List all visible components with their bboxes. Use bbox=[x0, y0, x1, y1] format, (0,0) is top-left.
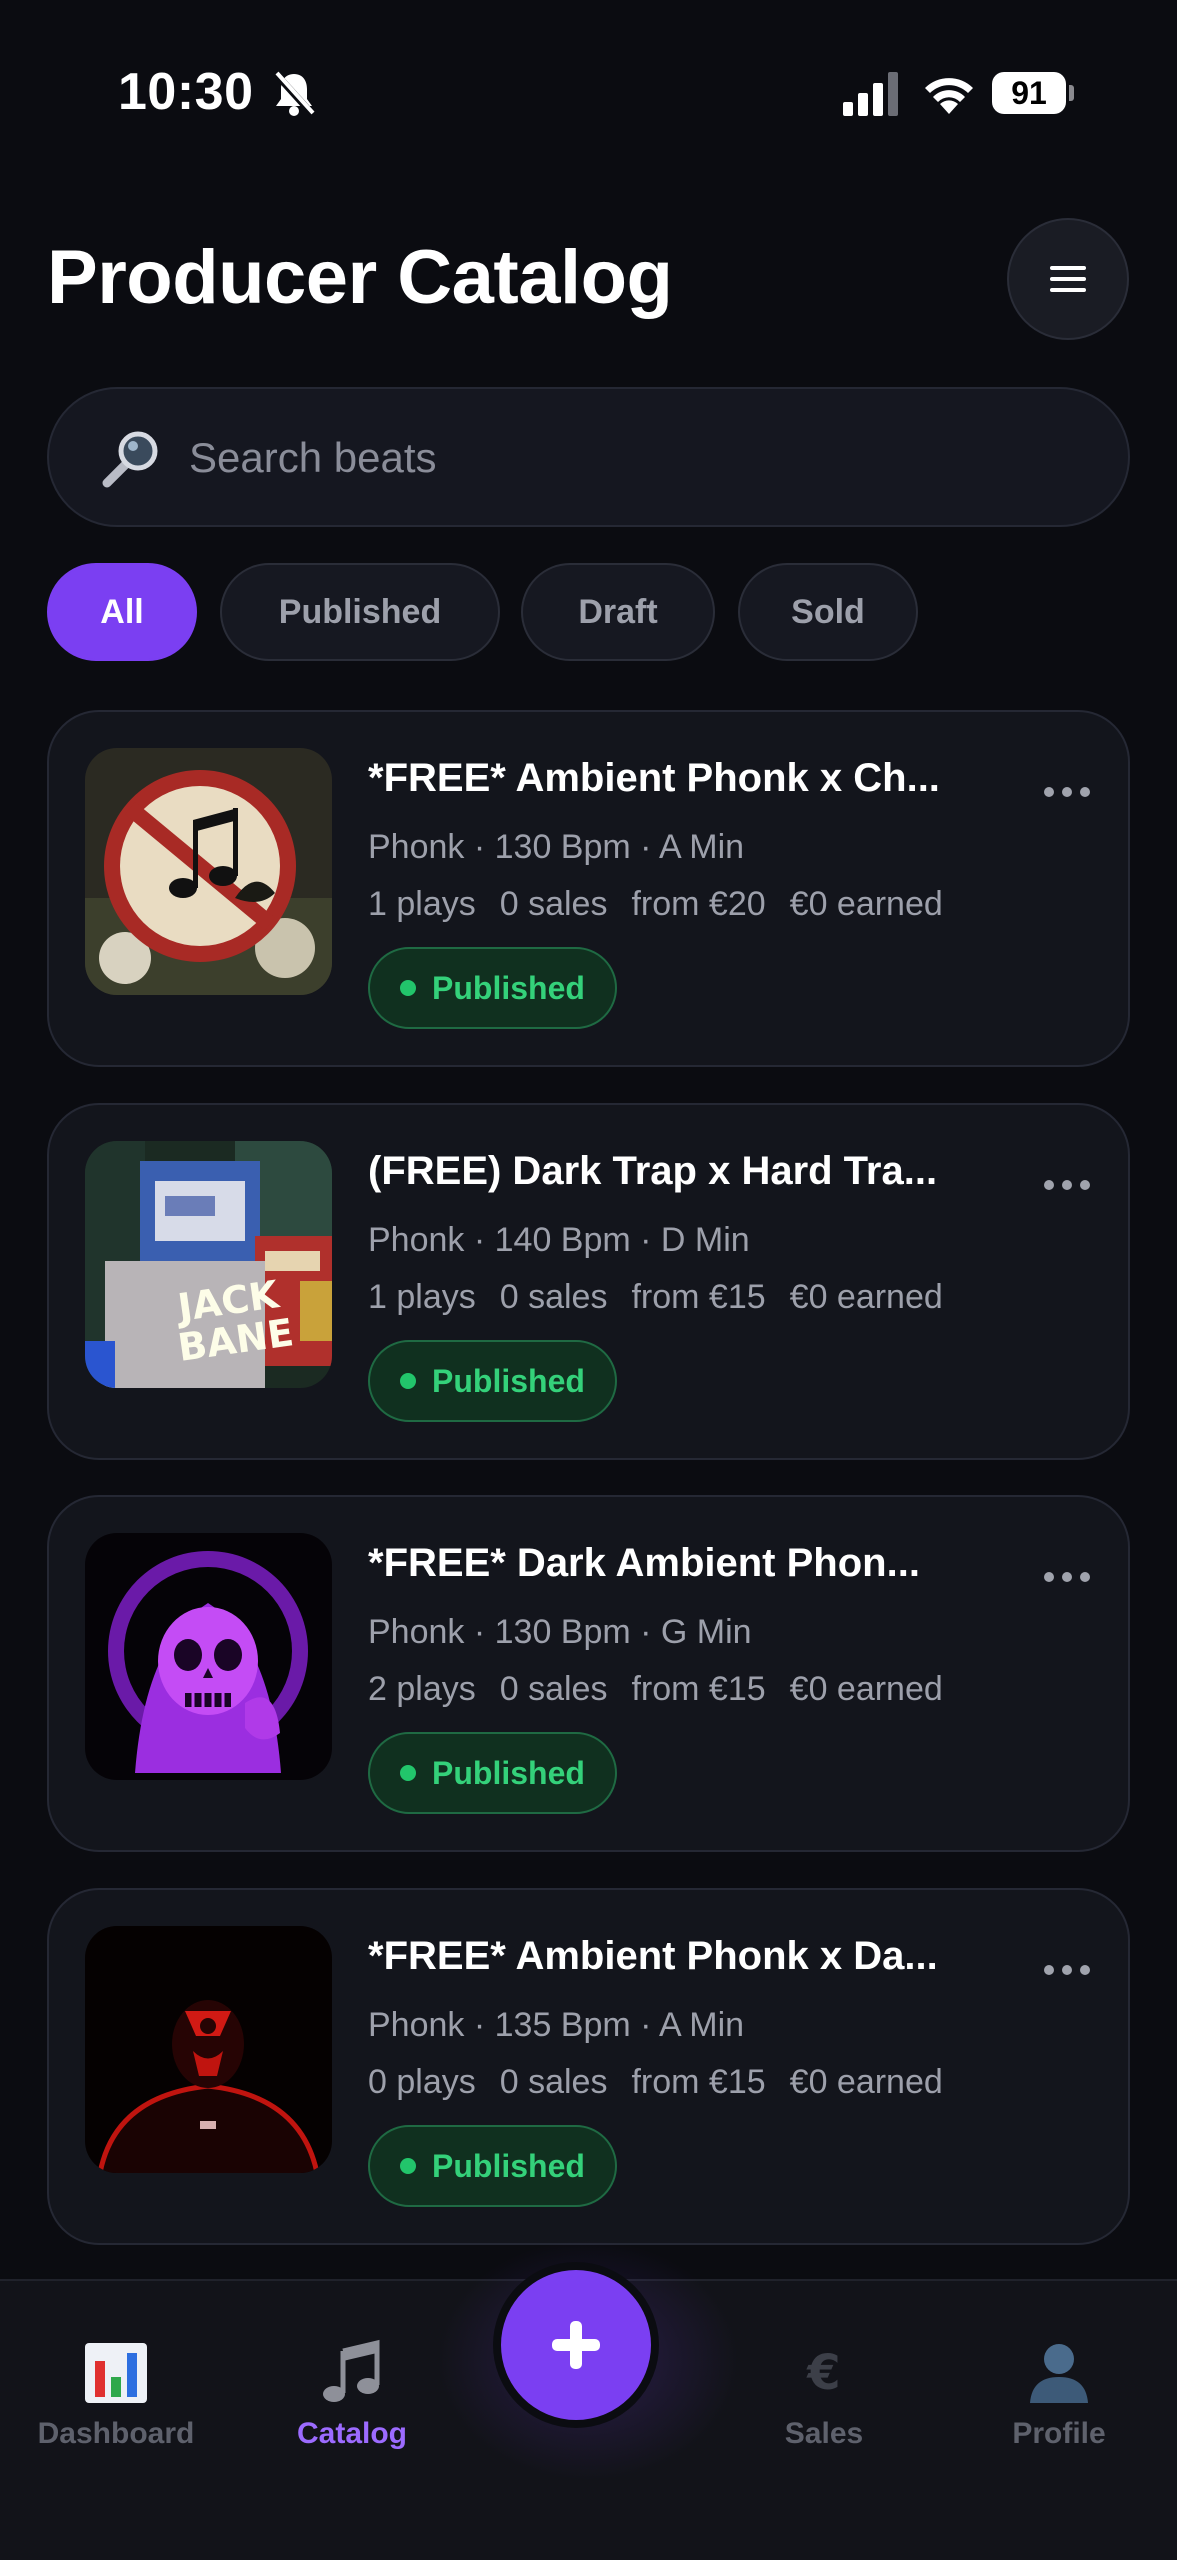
beat-stats: 1 plays 0 sales from €20 €0 earned bbox=[368, 885, 943, 924]
status-dot-icon bbox=[400, 1765, 416, 1781]
sales-count: 0 sales bbox=[499, 1278, 608, 1316]
plays-count: 0 plays bbox=[368, 2063, 476, 2101]
nav-label: Profile bbox=[1012, 2417, 1106, 2450]
page-title: Producer Catalog bbox=[47, 235, 673, 320]
hamburger-icon bbox=[1050, 266, 1086, 292]
nav-label: Sales bbox=[784, 2417, 864, 2450]
plays-count: 1 plays bbox=[368, 1278, 476, 1316]
nav-dashboard[interactable]: Dashboard bbox=[11, 2339, 221, 2469]
beat-stats: 1 plays 0 sales from €15 €0 earned bbox=[368, 1278, 943, 1317]
music-sign-cover bbox=[85, 748, 332, 995]
sales-count: 0 sales bbox=[499, 885, 608, 923]
status-badge: Published bbox=[368, 947, 617, 1029]
status-badge: Published bbox=[368, 1340, 617, 1422]
beat-cover-image bbox=[85, 1926, 332, 2173]
menu-button[interactable] bbox=[1007, 218, 1129, 340]
battery-tip bbox=[1069, 85, 1074, 101]
earned-amount: €0 earned bbox=[789, 1278, 943, 1316]
beat-title: *FREE* Ambient Phonk x Da... bbox=[368, 1934, 938, 1978]
earned-amount: €0 earned bbox=[789, 885, 943, 923]
more-options-button[interactable] bbox=[1037, 1950, 1097, 1990]
beat-cover-image bbox=[85, 1533, 332, 1780]
nav-sales[interactable]: € Sales bbox=[719, 2339, 929, 2469]
filter-sold[interactable]: Sold bbox=[738, 563, 918, 661]
beat-title: (FREE) Dark Trap x Hard Tra... bbox=[368, 1149, 938, 1193]
plays-count: 2 plays bbox=[368, 1670, 476, 1708]
bar-chart-icon bbox=[85, 2343, 147, 2403]
beat-stats: 0 plays 0 sales from €15 €0 earned bbox=[368, 2063, 943, 2102]
status-dot-icon bbox=[400, 980, 416, 996]
status-label: Published bbox=[432, 1362, 585, 1399]
more-options-button[interactable] bbox=[1037, 772, 1097, 812]
sales-count: 0 sales bbox=[499, 1670, 608, 1708]
beat-title: *FREE* Ambient Phonk x Ch... bbox=[368, 756, 940, 800]
beat-card[interactable]: *FREE* Ambient Phonk x Da... Phonk · 135… bbox=[47, 1888, 1130, 2245]
nav-label: Catalog bbox=[296, 2417, 407, 2450]
red-mask-cover bbox=[85, 1926, 332, 2173]
purple-skull-cover bbox=[85, 1533, 332, 1780]
plays-count: 1 plays bbox=[368, 885, 476, 923]
more-options-button[interactable] bbox=[1037, 1165, 1097, 1205]
status-label: Published bbox=[432, 1754, 585, 1791]
wifi-icon bbox=[925, 78, 973, 114]
filter-draft[interactable]: Draft bbox=[521, 563, 715, 661]
user-icon bbox=[1030, 2344, 1088, 2403]
status-time: 10:30 bbox=[118, 63, 254, 121]
beat-title: *FREE* Dark Ambient Phon... bbox=[368, 1541, 920, 1585]
beat-card[interactable]: JACK BANE (FREE) Dark Trap x Hard Tra...… bbox=[47, 1103, 1130, 1460]
status-dot-icon bbox=[400, 2158, 416, 2174]
status-label: Published bbox=[432, 2147, 585, 2184]
price-from: from €20 bbox=[631, 885, 766, 923]
search-bar[interactable] bbox=[47, 387, 1130, 527]
nav-catalog[interactable]: Catalog bbox=[247, 2339, 457, 2469]
plus-icon bbox=[552, 2321, 600, 2369]
beat-cover-image bbox=[85, 748, 332, 995]
add-beat-button[interactable] bbox=[493, 2262, 659, 2428]
search-input[interactable] bbox=[189, 425, 1069, 491]
battery-level: 91 bbox=[992, 72, 1066, 114]
price-from: from €15 bbox=[631, 1670, 766, 1708]
music-note-icon bbox=[323, 2339, 380, 2402]
bell-off-icon bbox=[273, 71, 316, 118]
more-options-button[interactable] bbox=[1037, 1557, 1097, 1597]
beat-meta: Phonk · 135 Bpm · A Min bbox=[368, 2006, 745, 2044]
filter-published[interactable]: Published bbox=[220, 563, 500, 661]
earned-amount: €0 earned bbox=[789, 2063, 943, 2101]
signal-icon bbox=[843, 72, 898, 116]
magnifier-icon bbox=[102, 431, 158, 488]
earned-amount: €0 earned bbox=[789, 1670, 943, 1708]
svg-text:€: € bbox=[806, 2345, 840, 2401]
price-from: from €15 bbox=[631, 1278, 766, 1316]
nav-label: Dashboard bbox=[37, 2417, 195, 2450]
status-badge: Published bbox=[368, 1732, 617, 1814]
beat-card[interactable]: *FREE* Dark Ambient Phon... Phonk · 130 … bbox=[47, 1495, 1130, 1852]
filter-all[interactable]: All bbox=[47, 563, 197, 661]
euro-icon: € bbox=[806, 2345, 840, 2401]
beat-meta: Phonk · 130 Bpm · A Min bbox=[368, 828, 745, 866]
status-badge: Published bbox=[368, 2125, 617, 2207]
status-bar: 10:30 91 bbox=[0, 0, 1177, 190]
sales-count: 0 sales bbox=[499, 2063, 608, 2101]
billboard-cover: JACK BANE bbox=[85, 1141, 332, 1388]
status-label: Published bbox=[432, 969, 585, 1006]
beat-meta: Phonk · 130 Bpm · G Min bbox=[368, 1613, 752, 1651]
status-dot-icon bbox=[400, 1373, 416, 1389]
battery-icon: 91 bbox=[992, 72, 1074, 114]
price-from: from €15 bbox=[631, 2063, 766, 2101]
beat-card[interactable]: *FREE* Ambient Phonk x Ch... Phonk · 130… bbox=[47, 710, 1130, 1067]
beat-cover-image: JACK BANE bbox=[85, 1141, 332, 1388]
beat-meta: Phonk · 140 Bpm · D Min bbox=[368, 1221, 750, 1259]
app-screen: 10:30 91 Producer Catalog Search beats A… bbox=[0, 0, 1177, 2560]
nav-profile[interactable]: Profile bbox=[954, 2339, 1164, 2469]
beat-stats: 2 plays 0 sales from €15 €0 earned bbox=[368, 1670, 943, 1709]
